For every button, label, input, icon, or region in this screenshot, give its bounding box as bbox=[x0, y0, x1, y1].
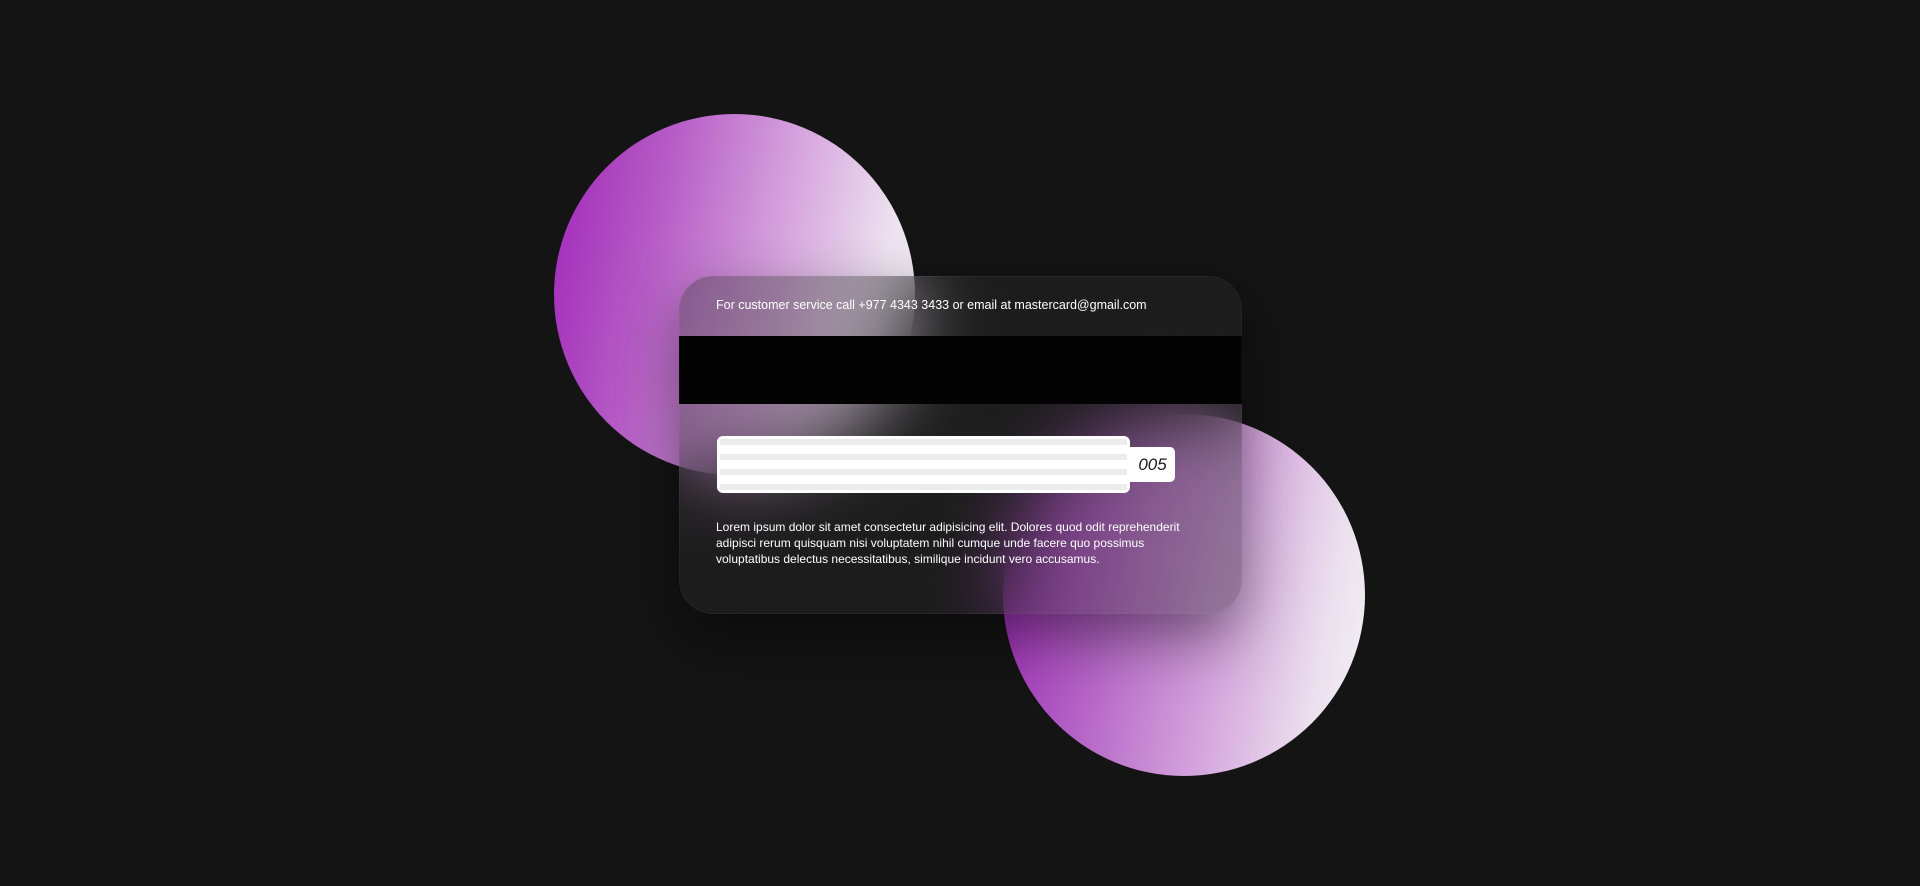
cvv-code: 005 bbox=[1130, 447, 1175, 482]
magnetic-stripe bbox=[679, 336, 1242, 404]
signature-line bbox=[720, 469, 1127, 475]
signature-line bbox=[720, 454, 1127, 460]
signature-strip bbox=[717, 436, 1130, 493]
customer-service-text: For customer service call +977 4343 3433… bbox=[716, 298, 1147, 312]
signature-line bbox=[720, 439, 1127, 445]
page-stage: For customer service call +977 4343 3433… bbox=[0, 0, 1920, 886]
signature-line bbox=[720, 484, 1127, 490]
card-description-text: Lorem ipsum dolor sit amet consectetur a… bbox=[716, 520, 1180, 566]
credit-card-back: For customer service call +977 4343 3433… bbox=[679, 276, 1242, 614]
